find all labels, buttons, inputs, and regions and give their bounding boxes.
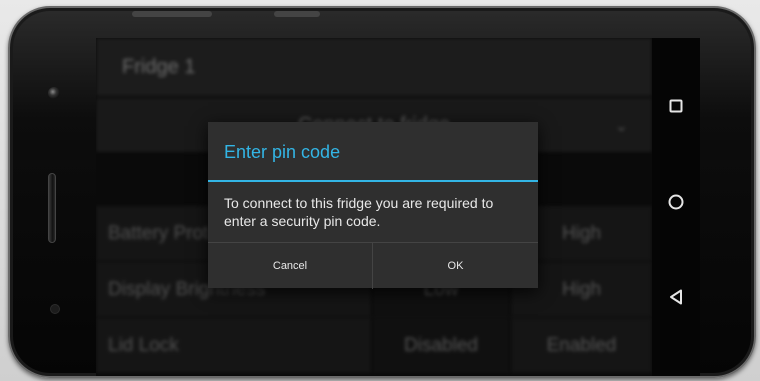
- setting-row-lid-lock: Lid Lock Disabled Enabled: [96, 318, 652, 373]
- earpiece-speaker: [48, 173, 56, 243]
- pin-code-dialog: Enter pin code To connect to this fridge…: [208, 122, 538, 289]
- dialog-button-bar: Cancel OK: [208, 242, 538, 289]
- screen: Fridge 1 Connect to fridge ⌄ Battery Pro…: [96, 38, 652, 376]
- phone-frame: Fridge 1 Connect to fridge ⌄ Battery Pro…: [8, 6, 756, 378]
- option-enabled[interactable]: Enabled: [511, 318, 652, 372]
- setting-label: Lid Lock: [96, 318, 371, 372]
- proximity-sensor: [50, 304, 60, 314]
- dialog-message: To connect to this fridge you are requir…: [224, 195, 494, 229]
- home-icon[interactable]: [662, 188, 690, 216]
- option-disabled[interactable]: Disabled: [373, 318, 509, 372]
- front-camera: [48, 87, 60, 99]
- recents-icon[interactable]: [662, 92, 690, 120]
- volume-button: [132, 11, 212, 17]
- chevron-down-icon: ⌄: [614, 118, 628, 135]
- navigation-bar: [652, 38, 700, 376]
- dialog-title: Enter pin code: [208, 122, 538, 182]
- cancel-button[interactable]: Cancel: [208, 243, 373, 289]
- power-button: [274, 11, 320, 17]
- back-icon[interactable]: [662, 283, 690, 311]
- ok-button[interactable]: OK: [373, 243, 538, 289]
- app-header: Fridge 1: [96, 38, 652, 96]
